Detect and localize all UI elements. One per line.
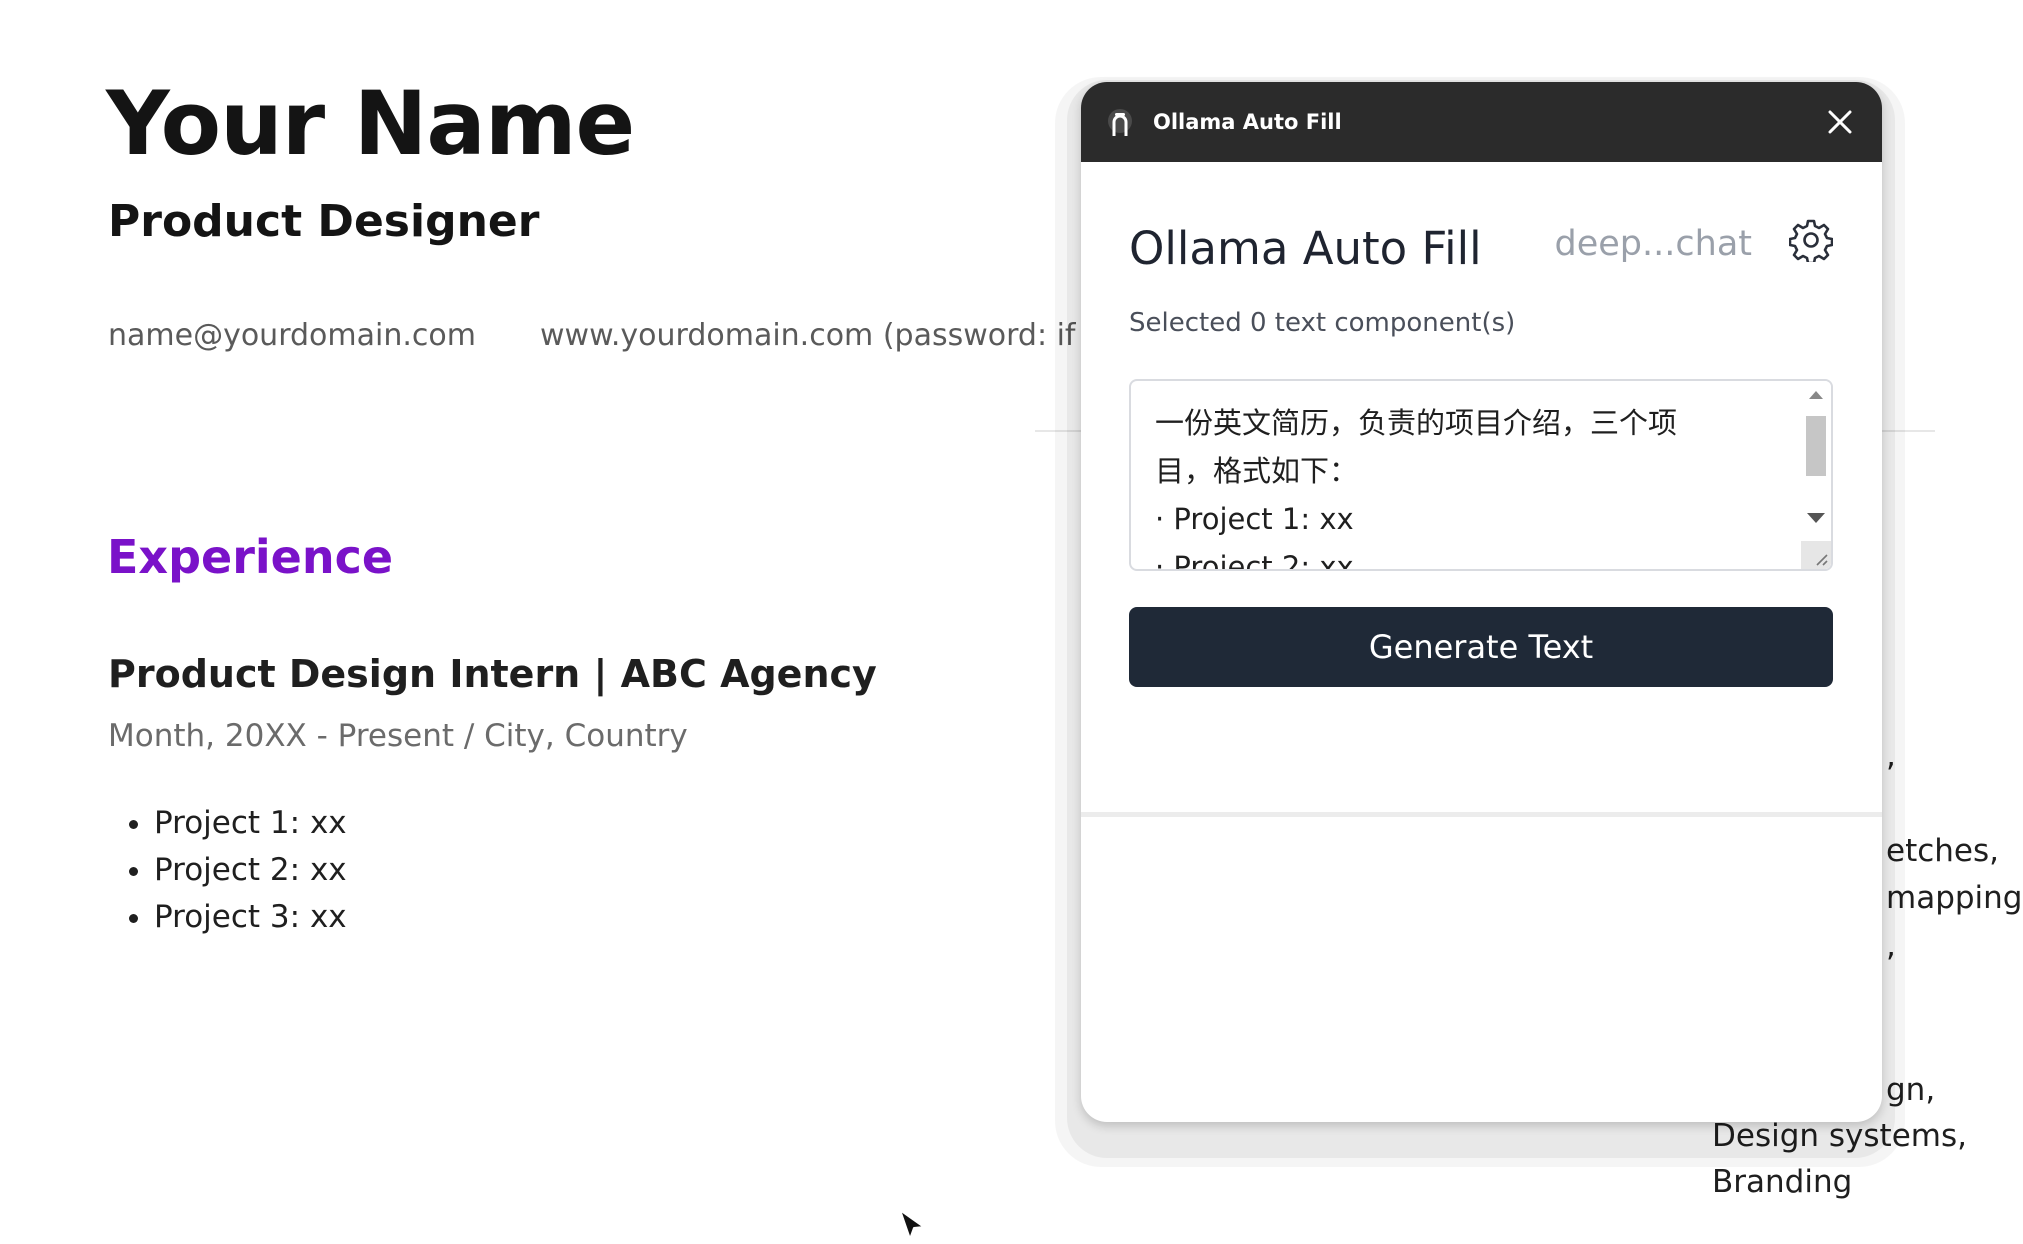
plugin-heading: Ollama Auto Fill bbox=[1129, 222, 1482, 275]
experience-role: Product Design Intern | ABC Agency bbox=[108, 652, 877, 696]
model-selector[interactable]: deep...chat bbox=[1555, 224, 1752, 264]
prompt-textarea[interactable]: 一份英文简历，负责的项目介绍，三个项 目，格式如下： · Project 1: … bbox=[1129, 379, 1833, 571]
ollama-icon bbox=[1108, 109, 1132, 136]
resume-name: Your Name bbox=[106, 72, 635, 175]
generate-text-button[interactable]: Generate Text bbox=[1129, 607, 1833, 687]
resume-fragment: Branding bbox=[1712, 1164, 1853, 1200]
list-item: Project 2: xx bbox=[154, 847, 347, 894]
section-heading-experience: Experience bbox=[107, 530, 394, 584]
plugin-titlebar[interactable]: Ollama Auto Fill bbox=[1081, 82, 1882, 162]
list-item: Project 3: xx bbox=[154, 894, 347, 941]
selection-status: Selected 0 text component(s) bbox=[1129, 308, 1516, 338]
mouse-cursor-icon bbox=[899, 1209, 925, 1240]
close-icon[interactable] bbox=[1818, 100, 1862, 144]
scroll-up-icon[interactable] bbox=[1809, 391, 1823, 399]
resume-job-title: Product Designer bbox=[108, 196, 540, 247]
experience-meta: Month, 20XX - Present / City, Country bbox=[108, 718, 688, 754]
project-list: Project 1: xx Project 2: xx Project 3: x… bbox=[118, 800, 347, 941]
prompt-text[interactable]: 一份英文简历，负责的项目介绍，三个项 目，格式如下： · Project 1: … bbox=[1155, 399, 1755, 569]
scrollbar-thumb[interactable] bbox=[1806, 416, 1826, 476]
list-item: Project 1: xx bbox=[154, 800, 347, 847]
plugin-window: Ollama Auto Fill Ollama Auto Fill deep..… bbox=[1081, 82, 1882, 1122]
resume-fragment: mapping, bbox=[1886, 880, 2023, 916]
window-title: Ollama Auto Fill bbox=[1153, 110, 1342, 134]
gear-icon[interactable] bbox=[1789, 218, 1833, 262]
resize-grip-icon[interactable] bbox=[1801, 541, 1831, 569]
resume-email: name@yourdomain.com bbox=[108, 318, 476, 353]
scroll-down-icon[interactable] bbox=[1807, 513, 1825, 523]
resume-website: www.yourdomain.com (password: if bbox=[540, 318, 1076, 353]
